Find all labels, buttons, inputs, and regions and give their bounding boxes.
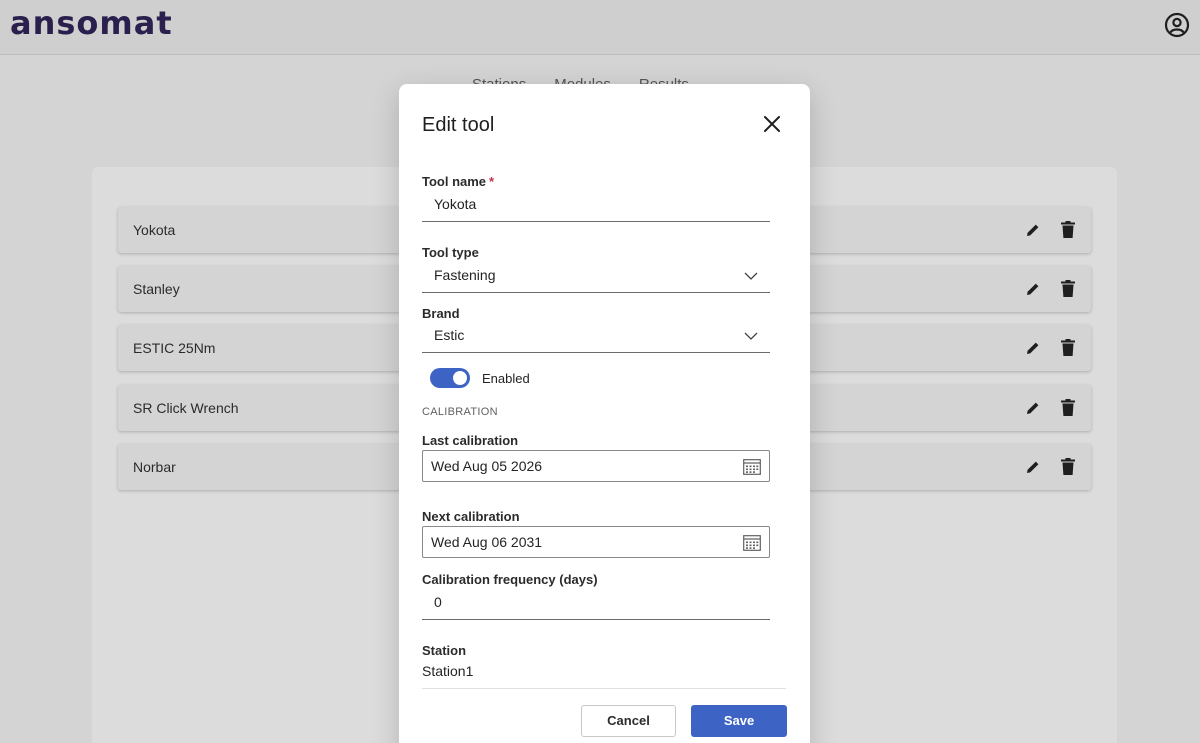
tool-type-label: Tool type: [422, 245, 479, 260]
trash-icon[interactable]: [1061, 339, 1075, 356]
trash-icon[interactable]: [1061, 458, 1075, 475]
save-button[interactable]: Save: [691, 705, 787, 737]
close-icon[interactable]: [762, 114, 782, 134]
footer-divider: [422, 688, 786, 689]
tool-type-select[interactable]: Fastening: [422, 261, 770, 293]
tool-row-name: Norbar: [133, 459, 176, 475]
trash-icon[interactable]: [1061, 221, 1075, 238]
pencil-icon[interactable]: [1025, 459, 1041, 475]
tool-row-name: Stanley: [133, 281, 180, 297]
pencil-icon[interactable]: [1025, 222, 1041, 238]
calendar-icon[interactable]: [743, 458, 761, 475]
tool-type-value: Fastening: [434, 267, 496, 283]
trash-icon[interactable]: [1061, 399, 1075, 416]
trash-icon[interactable]: [1061, 280, 1075, 297]
chevron-down-icon: [744, 332, 758, 340]
next-calibration-label: Next calibration: [422, 509, 520, 524]
pencil-icon[interactable]: [1025, 340, 1041, 356]
user-circle-icon[interactable]: [1164, 12, 1190, 38]
top-bar: ansomat: [0, 0, 1200, 55]
calendar-icon[interactable]: [743, 534, 761, 551]
toggle-knob: [453, 371, 467, 385]
brand-label: Brand: [422, 306, 460, 321]
cancel-button[interactable]: Cancel: [581, 705, 676, 737]
next-calibration-date-input[interactable]: Wed Aug 06 2031: [422, 526, 770, 558]
app-logo[interactable]: ansomat: [10, 4, 173, 42]
tool-name-input[interactable]: Yokota: [422, 190, 770, 222]
last-calibration-value: Wed Aug 05 2026: [431, 458, 543, 474]
last-calibration-label: Last calibration: [422, 433, 519, 448]
chevron-down-icon: [744, 272, 758, 280]
station-label: Station: [422, 643, 467, 658]
calibration-frequency-label: Calibration frequency (days): [422, 572, 598, 587]
brand-select[interactable]: Estic: [422, 321, 770, 353]
calibration-frequency-input[interactable]: 0: [422, 588, 770, 620]
tool-row-name: ESTIC 25Nm: [133, 340, 216, 356]
tool-row-name: Yokota: [133, 222, 176, 238]
next-calibration-value: Wed Aug 06 2031: [431, 534, 543, 550]
tool-name-label: Tool name *: [422, 174, 495, 189]
enabled-label: Enabled: [482, 371, 530, 386]
pencil-icon[interactable]: [1025, 281, 1041, 297]
brand-value: Estic: [434, 327, 465, 343]
pencil-icon[interactable]: [1025, 400, 1041, 416]
tool-name-value: Yokota: [434, 196, 477, 212]
calibration-section-title: CALIBRATION: [422, 406, 498, 418]
tool-row-name: SR Click Wrench: [133, 400, 239, 416]
last-calibration-date-input[interactable]: Wed Aug 05 2026: [422, 450, 770, 482]
dialog-title: Edit tool: [422, 114, 495, 136]
edit-tool-dialog: Edit tool Tool name * Yokota Tool type Fa…: [399, 84, 810, 743]
enabled-toggle[interactable]: [430, 368, 470, 388]
required-mark: *: [489, 174, 495, 189]
calibration-frequency-value: 0: [434, 594, 442, 610]
station-value: Station1: [422, 663, 474, 679]
